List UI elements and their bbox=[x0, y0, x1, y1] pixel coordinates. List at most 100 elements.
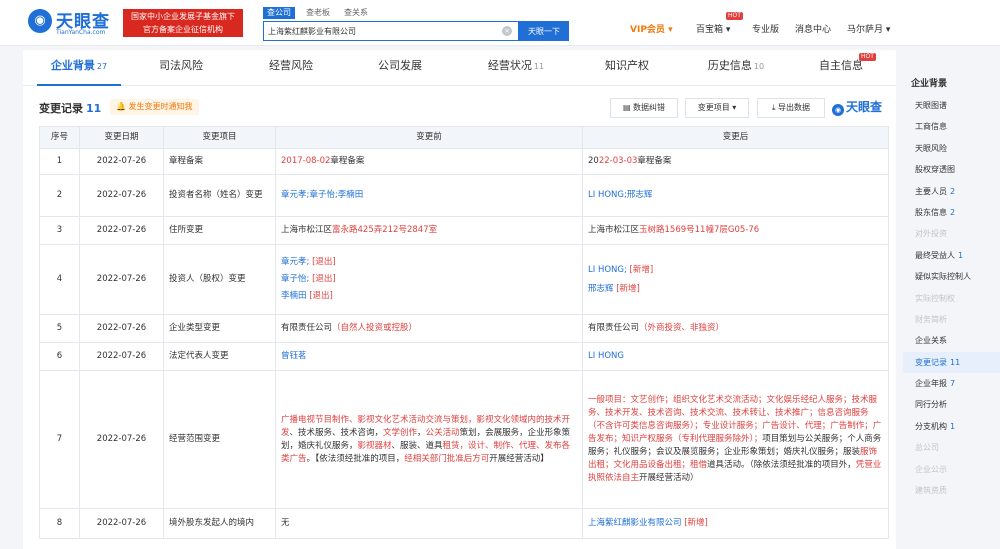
sidebar-item-label: 天眼风险 bbox=[915, 143, 947, 153]
tab-label: 经营风险 bbox=[269, 59, 313, 72]
watermark-logo: ◉ 天眼查 bbox=[832, 98, 882, 116]
sidebar-item[interactable]: 财务简析 bbox=[903, 309, 1000, 330]
promo-banner[interactable]: 国家中小企业发展子基金旗下 官方备案企业征信机构 bbox=[123, 9, 243, 37]
logo[interactable]: ◉ 天眼查 TianYanCha.com bbox=[28, 7, 120, 39]
sidebar-item[interactable]: 最终受益人 1 bbox=[903, 245, 1000, 266]
search-input[interactable] bbox=[264, 22, 494, 40]
scope-segment: 开展经营活动】 bbox=[489, 453, 549, 464]
status-tag: [新增] bbox=[616, 283, 640, 294]
tab-judicial-risk[interactable]: 司法风险 bbox=[141, 50, 221, 86]
notify-button[interactable]: 🔔 发生变更时通知我 bbox=[110, 99, 199, 115]
sidebar-item-label: 建筑资质 bbox=[915, 486, 947, 496]
baobao-link[interactable]: 百宝箱 ▾ bbox=[696, 23, 730, 37]
investor-link[interactable]: LI HONG; bbox=[588, 265, 627, 275]
investor-line: 章子怡; [退出] bbox=[281, 271, 577, 288]
row-no: 3 bbox=[39, 216, 80, 245]
table-row: 4 2022-07-26 投资人（股权）变更 章元孝; [退出] 章子怡; [退… bbox=[39, 244, 889, 315]
table-row: 5 2022-07-26 企业类型变更 有限责任公司（自然人投资或控股） 有限责… bbox=[39, 314, 889, 343]
investor-link[interactable]: 邢志辉 bbox=[588, 284, 614, 294]
sidebar-item[interactable]: 对外投资 bbox=[903, 223, 1000, 244]
row-after: 上海市松江区玉树路1569号11幢7层G05-76 bbox=[582, 216, 889, 245]
sidebar-item[interactable]: 分支机构 1 bbox=[903, 416, 1000, 437]
sidebar-item[interactable]: 企业关系 bbox=[903, 330, 1000, 351]
row-after[interactable]: LI HONG;邢志辉 bbox=[582, 174, 889, 217]
status-tag: [退出] bbox=[312, 257, 336, 267]
column-header: 变更后 bbox=[582, 126, 889, 149]
sidebar-item-label: 主要人员 bbox=[915, 186, 947, 196]
sidebar-item-count: 11 bbox=[950, 357, 961, 367]
row-before[interactable]: 曾钰茗 bbox=[275, 342, 583, 371]
tab-operation-risk[interactable]: 经营风险 bbox=[251, 50, 331, 86]
sidebar-list: 天眼图谱工商信息天眼风险股权穿透图主要人员 2 股东信息 2 对外投资 最终受益人 1 疑似实… bbox=[903, 95, 1000, 501]
scope-segment: 文学创作 bbox=[383, 427, 418, 438]
investor-link[interactable]: 李楠田 bbox=[281, 291, 307, 301]
sidebar-item[interactable]: 股权穿透图 bbox=[903, 159, 1000, 180]
sidebar-item[interactable]: 工商信息 bbox=[903, 116, 1000, 137]
clear-icon[interactable]: × bbox=[502, 26, 512, 36]
company-link[interactable]: 上海紫红麒影业有限公司 bbox=[588, 518, 682, 528]
search-tab-boss[interactable]: 查老板 bbox=[306, 7, 330, 19]
search-tab-relation[interactable]: 查关系 bbox=[344, 7, 368, 19]
scope-segment: 、技术服务、技术咨询， bbox=[289, 427, 384, 438]
top-header: ◉ 天眼查 TianYanCha.com 国家中小企业发展子基金旗下 官方备案企… bbox=[0, 0, 1000, 46]
row-item: 经营范围变更 bbox=[163, 370, 276, 509]
status-tag: [新增] bbox=[684, 518, 708, 528]
column-header: 变更日期 bbox=[79, 126, 164, 149]
sidebar-item[interactable]: 天眼图谱 bbox=[903, 95, 1000, 116]
sidebar-item[interactable]: 股东信息 2 bbox=[903, 202, 1000, 223]
export-data-button[interactable]: ⤓ 导出数据 bbox=[757, 98, 825, 118]
sidebar-item[interactable]: 建筑资质 bbox=[903, 480, 1000, 501]
sidebar-item-label: 股权穿透图 bbox=[915, 165, 955, 175]
sidebar-item-label: 疑似实际控制人 bbox=[915, 272, 971, 282]
row-item: 企业类型变更 bbox=[163, 314, 276, 343]
row-date: 2022-07-26 bbox=[79, 508, 164, 539]
tab-enterprise-background[interactable]: 企业背景 27 bbox=[37, 50, 121, 86]
tab-intellectual-property[interactable]: 知识产权 bbox=[587, 50, 667, 86]
row-before[interactable]: 章元孝;章子怡;李楠田 bbox=[275, 174, 583, 217]
address-diff: 富永路425弄212号2847室 bbox=[332, 225, 438, 235]
investor-link[interactable]: 章子怡; bbox=[281, 274, 309, 284]
data-correction-button[interactable]: ▤ 数据纠错 bbox=[610, 98, 678, 118]
pro-link[interactable]: 专业版 bbox=[752, 23, 779, 37]
row-before: 2017-08-02章程备案 bbox=[275, 148, 583, 175]
search-tab-company[interactable]: 查公司 bbox=[263, 7, 295, 19]
sidebar-item[interactable]: 疑似实际控制人 bbox=[903, 266, 1000, 287]
sidebar-item[interactable]: 天眼风险 bbox=[903, 138, 1000, 159]
user-menu[interactable]: 马尔萨月 ▾ bbox=[847, 23, 890, 37]
tab-operation-status[interactable]: 经营状况 11 bbox=[472, 50, 560, 86]
sidebar-item[interactable]: 主要人员 2 bbox=[903, 181, 1000, 202]
sidebar-item-label: 变更记录 bbox=[915, 357, 947, 367]
category-tabs: 企业背景 27 司法风险 经营风险 公司发展 经营状况 11 知识产权 历史信息 10… bbox=[23, 50, 896, 86]
sidebar-item[interactable]: 同行分析 bbox=[903, 394, 1000, 415]
type-diff: （外商投资、非独资） bbox=[639, 323, 725, 333]
search-button[interactable]: 天眼一下 bbox=[519, 21, 569, 41]
section-title: 变更记录 11 bbox=[39, 100, 101, 116]
row-after: LI HONG; [新增] 邢志辉 [新增] bbox=[582, 244, 889, 315]
eye-logo-icon: ◉ bbox=[28, 9, 52, 33]
section-count: 11 bbox=[86, 102, 102, 115]
sidebar-item[interactable]: 企业年报 7 bbox=[903, 373, 1000, 394]
row-date: 2022-07-26 bbox=[79, 342, 164, 371]
tab-company-development[interactable]: 公司发展 bbox=[360, 50, 440, 86]
scope-segment: 。【依法须经批准的项目， bbox=[306, 453, 405, 464]
sidebar-item[interactable]: 总公司 bbox=[903, 437, 1000, 458]
vip-link[interactable]: VIP会员 ▾ bbox=[630, 23, 673, 37]
investor-line: 邢志辉 [新增] bbox=[588, 280, 883, 299]
date-text: 22-03-03 bbox=[598, 156, 638, 166]
sidebar-item[interactable]: 实际控制权 bbox=[903, 288, 1000, 309]
tab-history[interactable]: 历史信息 10 bbox=[692, 50, 780, 86]
sidebar-item-label: 工商信息 bbox=[915, 122, 947, 132]
baobao-label: 百宝箱 bbox=[696, 25, 724, 35]
date-text: 2017-08-02 bbox=[281, 156, 331, 166]
table-header-row: 序号 变更日期 变更项目 变更前 变更后 bbox=[39, 126, 889, 149]
sidebar-item[interactable]: 企业公示 bbox=[903, 459, 1000, 480]
investor-link[interactable]: 章元孝; bbox=[281, 257, 309, 267]
sidebar-item[interactable]: 变更记录 11 bbox=[903, 351, 1000, 374]
value-text: 上海市松江区 bbox=[588, 225, 640, 235]
hot-badge: HOT bbox=[726, 12, 743, 20]
change-item-filter[interactable]: 变更项目 ▾ bbox=[685, 98, 749, 118]
row-after[interactable]: LI HONG bbox=[582, 342, 889, 371]
row-no: 8 bbox=[39, 508, 80, 539]
row-before: 广播电视节目制作、影视文化艺术活动交流与策划，影视文化领域内的技术开发、技术服务… bbox=[275, 370, 583, 509]
message-center-link[interactable]: 消息中心 bbox=[795, 23, 831, 37]
